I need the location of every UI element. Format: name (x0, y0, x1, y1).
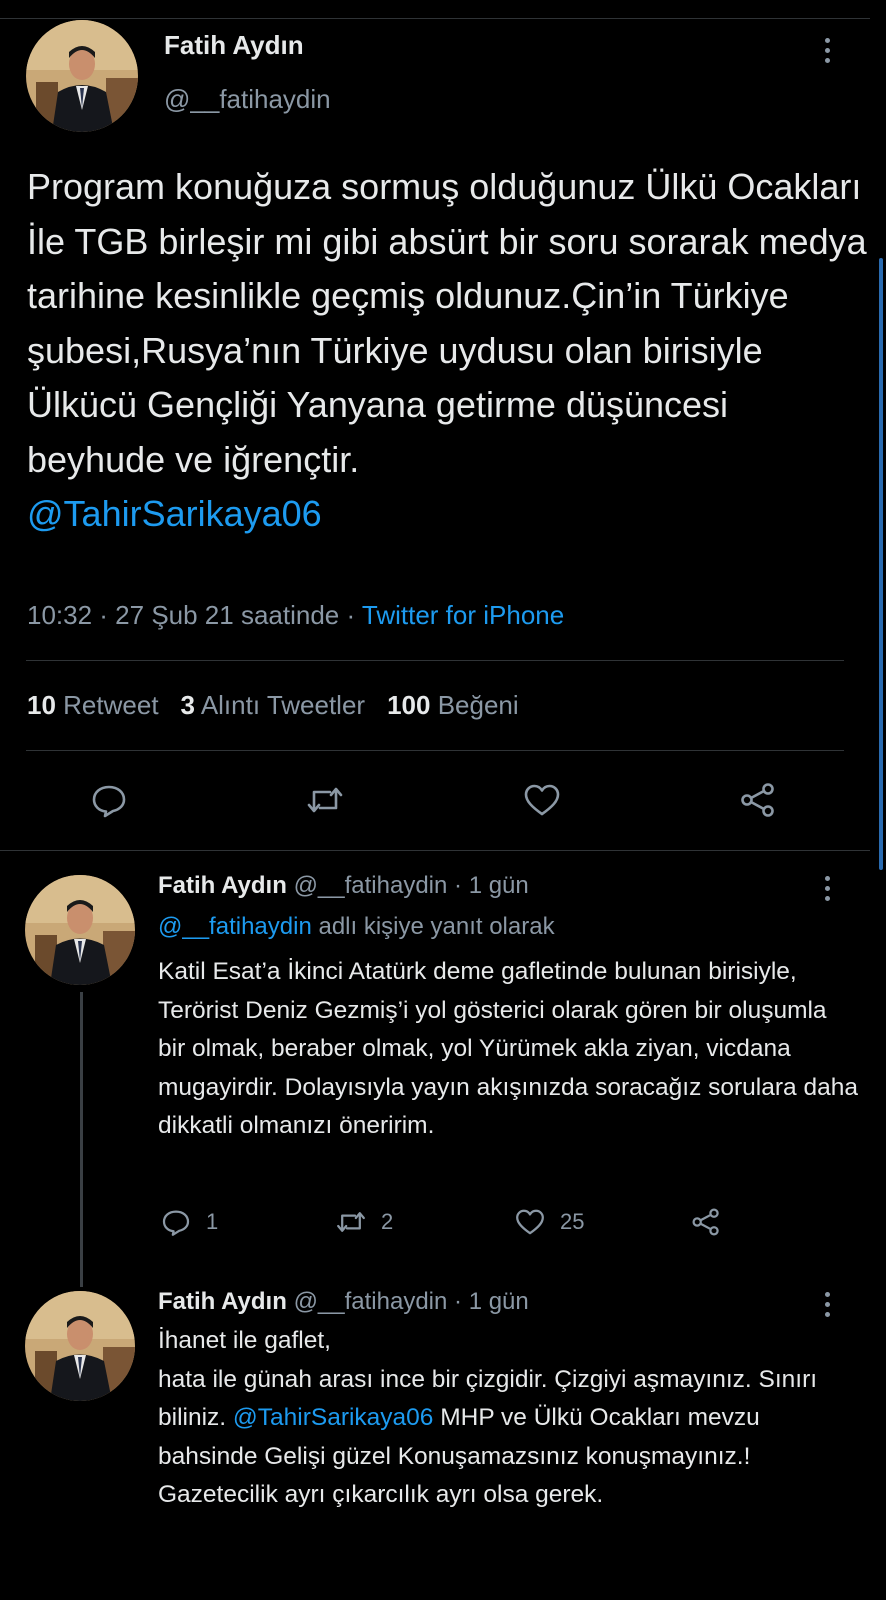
reply-author-name[interactable]: Fatih Aydın (158, 872, 287, 899)
avatar[interactable] (25, 875, 135, 985)
reply-icon[interactable] (160, 1206, 192, 1238)
share-icon[interactable] (690, 1206, 722, 1238)
author-name[interactable]: Fatih Aydın (164, 30, 304, 61)
tweet-text: Program konuğuza sormuş olduğunuz Ülkü O… (27, 160, 867, 542)
share-action[interactable] (690, 1205, 736, 1239)
replying-to: @__fatihaydin adlı kişiye yanıt olarak (158, 913, 555, 940)
reply-action[interactable]: 1 (160, 1205, 218, 1239)
likes-stat[interactable]: 100 Beğeni (387, 690, 519, 720)
tweet-time[interactable]: 10:32 · 27 Şub 21 saatinde · (27, 600, 362, 630)
reply-handle-time[interactable]: @__fatihaydin · 1 gün (294, 1288, 529, 1315)
mention-link[interactable]: @TahirSarikaya06 (27, 493, 322, 534)
retweet-icon[interactable] (305, 780, 345, 820)
tweet-body: Program konuğuza sormuş olduğunuz Ülkü O… (27, 166, 877, 480)
reply-icon[interactable] (89, 780, 129, 820)
divider (26, 750, 844, 751)
top-divider (0, 18, 870, 19)
quotes-stat[interactable]: 3 Alıntı Tweetler (181, 690, 366, 720)
reply-handle-time[interactable]: @__fatihaydin · 1 gün (294, 872, 529, 899)
reply-header: Fatih Aydın @__fatihaydin · 1 gün (158, 872, 529, 900)
tweet-meta: 10:32 · 27 Şub 21 saatinde · Twitter for… (27, 600, 564, 631)
retweet-action[interactable]: 2 (335, 1205, 393, 1239)
retweets-stat[interactable]: 10 Retweet (27, 690, 159, 720)
mention-link[interactable]: @TahirSarikaya06 (233, 1404, 434, 1431)
section-divider (0, 850, 870, 851)
reply-author-name[interactable]: Fatih Aydın (158, 1288, 287, 1315)
like-icon[interactable] (522, 780, 562, 820)
tweet-stats: 10 Retweet 3 Alıntı Tweetler 100 Beğeni (27, 690, 519, 721)
avatar[interactable] (25, 1291, 135, 1401)
tweet-source[interactable]: Twitter for iPhone (362, 600, 564, 630)
retweet-icon[interactable] (335, 1206, 367, 1238)
reply-text: İhanet ile gaflet, hata ile günah arası … (158, 1327, 818, 1509)
author-handle[interactable]: @__fatihaydin (164, 84, 331, 115)
like-icon[interactable] (514, 1206, 546, 1238)
scrollbar[interactable] (879, 258, 883, 870)
share-icon[interactable] (738, 780, 778, 820)
more-options-icon[interactable] (824, 38, 830, 63)
more-options-icon[interactable] (824, 876, 830, 901)
divider (26, 660, 844, 661)
more-options-icon[interactable] (824, 1292, 830, 1317)
reply-count: 1 (206, 1209, 219, 1234)
reply-header: Fatih Aydın @__fatihaydin · 1 gün (158, 1288, 529, 1316)
like-count: 25 (560, 1209, 585, 1234)
thread-line (80, 992, 83, 1287)
replying-to-link[interactable]: @__fatihaydin (158, 913, 312, 940)
retweet-count: 2 (381, 1209, 394, 1234)
avatar[interactable] (26, 20, 138, 132)
like-action[interactable]: 25 (514, 1205, 584, 1239)
reply-text: Katil Esat’a İkinci Atatürk deme gafleti… (158, 958, 865, 1140)
